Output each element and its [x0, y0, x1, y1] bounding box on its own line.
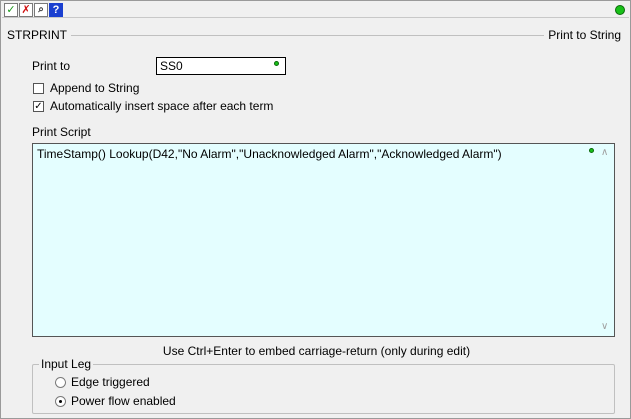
- input-leg-group: Input Leg Edge triggered Power flow enab…: [32, 357, 615, 414]
- carriage-return-hint: Use Ctrl+Enter to embed carriage-return …: [162, 344, 471, 358]
- status-indicator-icon: [615, 5, 625, 15]
- edge-triggered-label: Edge triggered: [71, 375, 150, 389]
- script-valid-icon: [589, 148, 594, 153]
- block-description: Print to String: [544, 28, 621, 42]
- cancel-x-icon[interactable]: ✗: [19, 3, 33, 17]
- toolbar: ✓ ✗ ⌕ ?: [2, 2, 629, 18]
- append-to-string-checkbox[interactable]: [33, 83, 44, 94]
- block-header: STRPRINT Print to String: [7, 28, 621, 44]
- accept-check-icon[interactable]: ✓: [4, 3, 18, 17]
- help-icon[interactable]: ?: [49, 3, 63, 17]
- block-name: STRPRINT: [7, 28, 71, 42]
- print-to-field[interactable]: SS0: [156, 57, 286, 75]
- power-flow-enabled-label: Power flow enabled: [71, 394, 176, 408]
- append-to-string-label: Append to String: [50, 81, 140, 95]
- header-divider: [7, 35, 621, 36]
- print-script-editor[interactable]: TimeStamp() Lookup(D42,"No Alarm","Unack…: [32, 143, 615, 337]
- field-valid-icon: [274, 61, 279, 66]
- scroll-down-icon[interactable]: ∨: [601, 320, 608, 334]
- print-to-value: SS0: [160, 59, 183, 73]
- strprint-dialog: ✓ ✗ ⌕ ? STRPRINT Print to String Print t…: [0, 0, 631, 419]
- edge-triggered-radio[interactable]: [55, 377, 66, 388]
- edit-tool-icon[interactable]: ⌕: [34, 3, 48, 17]
- script-scrollbar[interactable]: ∧ ∨: [598, 144, 614, 336]
- auto-space-checkbox[interactable]: ✓: [33, 101, 44, 112]
- print-to-label: Print to: [32, 59, 71, 73]
- print-script-text: TimeStamp() Lookup(D42,"No Alarm","Unack…: [37, 147, 502, 161]
- scroll-up-icon[interactable]: ∧: [601, 146, 608, 160]
- input-leg-title: Input Leg: [39, 357, 94, 371]
- power-flow-enabled-radio[interactable]: [55, 396, 66, 407]
- print-script-label: Print Script: [32, 125, 91, 139]
- auto-space-label: Automatically insert space after each te…: [50, 99, 274, 113]
- checkmark-icon: ✓: [34, 101, 43, 112]
